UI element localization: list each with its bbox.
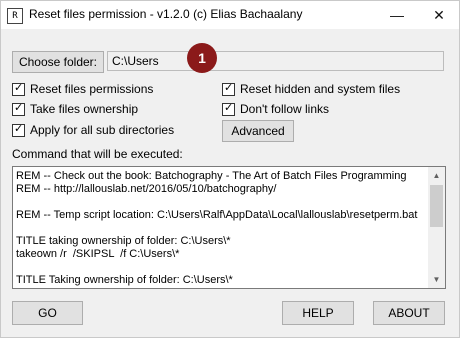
advanced-button[interactable]: Advanced xyxy=(222,120,294,142)
scrollbar-thumb[interactable] xyxy=(430,185,443,227)
command-lines: REM -- Check out the book: Batchography … xyxy=(16,170,428,287)
command-line xyxy=(16,222,428,235)
go-button[interactable]: GO xyxy=(12,301,83,325)
reset-permissions-checkbox[interactable]: ✓ Reset files permissions xyxy=(12,81,153,97)
command-textbox[interactable]: REM -- Check out the book: Batchography … xyxy=(12,166,446,289)
check-icon: ✓ xyxy=(224,81,234,94)
command-line: REM -- Temp script location: C:\Users\Ra… xyxy=(16,209,418,221)
checkbox-box: ✓ xyxy=(12,81,25,96)
check-icon: ✓ xyxy=(14,101,24,114)
check-icon: ✓ xyxy=(224,101,234,114)
command-line: TITLE Taking ownership of folder: C:\Use… xyxy=(16,274,233,286)
minimize-button[interactable]: — xyxy=(377,1,417,29)
reset-hidden-system-label: Reset hidden and system files xyxy=(240,82,401,96)
command-line: REM -- Check out the book: Batchography … xyxy=(16,170,407,182)
dont-follow-links-label: Don't follow links xyxy=(240,102,329,116)
folder-path-field[interactable]: C:\Users xyxy=(107,51,444,71)
step-number-badge: 1 xyxy=(187,43,217,73)
vertical-scrollbar[interactable]: ▲ ▼ xyxy=(428,167,445,288)
take-ownership-checkbox[interactable]: ✓ Take files ownership xyxy=(12,101,138,117)
reset-hidden-system-checkbox[interactable]: ✓ Reset hidden and system files xyxy=(222,81,400,97)
help-button[interactable]: HELP xyxy=(282,301,354,325)
command-line: takeown /r /SKIPSL /f C:\Users\* xyxy=(16,248,180,260)
checkbox-box: ✓ xyxy=(222,81,235,96)
about-button[interactable]: ABOUT xyxy=(373,301,445,325)
command-line: REM -- http://lallouslab.net/2016/05/10/… xyxy=(16,183,277,195)
checkbox-box: ✓ xyxy=(222,101,235,116)
apply-subdirectories-label: Apply for all sub directories xyxy=(30,123,175,137)
window-title: Reset files permission - v1.2.0 (c) Elia… xyxy=(29,7,303,21)
command-line xyxy=(16,196,428,209)
apply-subdirectories-checkbox[interactable]: ✓ Apply for all sub directories xyxy=(12,122,174,138)
take-ownership-label: Take files ownership xyxy=(30,102,139,116)
scroll-up-icon[interactable]: ▲ xyxy=(428,167,445,184)
title-bar: R Reset files permission - v1.2.0 (c) El… xyxy=(1,1,459,29)
command-line: TITLE taking ownership of folder: C:\Use… xyxy=(16,235,231,247)
reset-permissions-label: Reset files permissions xyxy=(30,82,154,96)
close-button[interactable]: ✕ xyxy=(419,1,459,29)
checkbox-box: ✓ xyxy=(12,122,25,137)
command-heading: Command that will be executed: xyxy=(12,147,183,161)
dont-follow-links-checkbox[interactable]: ✓ Don't follow links xyxy=(222,101,329,117)
minimize-icon: — xyxy=(390,7,404,23)
command-line xyxy=(16,261,428,274)
choose-folder-button[interactable]: Choose folder: xyxy=(12,51,104,73)
app-icon: R xyxy=(7,8,23,24)
close-icon: ✕ xyxy=(433,7,445,23)
check-icon: ✓ xyxy=(14,81,24,94)
checkbox-box: ✓ xyxy=(12,101,25,116)
scroll-down-icon[interactable]: ▼ xyxy=(428,271,445,288)
app-window: R Reset files permission - v1.2.0 (c) El… xyxy=(0,0,460,338)
check-icon: ✓ xyxy=(14,122,24,135)
